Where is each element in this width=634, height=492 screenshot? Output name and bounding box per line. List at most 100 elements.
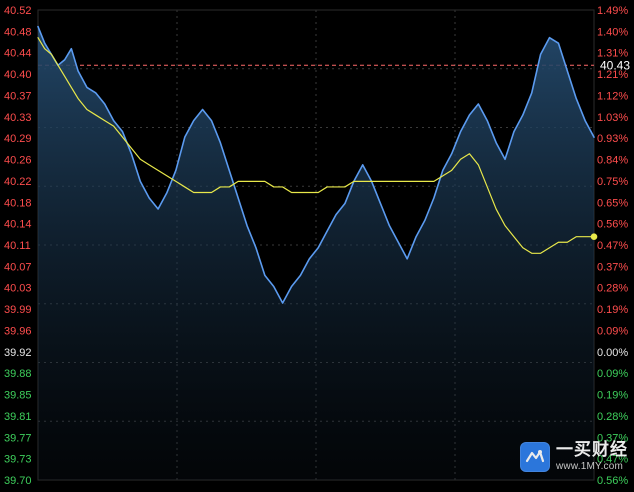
average-point [549,247,550,248]
average-point [513,236,514,237]
average-point [335,186,336,187]
price-point [309,258,310,259]
y-tick-left: 40.44 [4,48,32,60]
y-tick-left: 40.33 [4,112,32,124]
series-layer [37,25,598,481]
y-tick-left: 40.52 [4,5,32,17]
price-point [513,131,514,132]
average-point [424,181,425,182]
price-point [460,131,461,132]
price-point [282,302,283,303]
average-point [184,186,185,187]
average-point [442,175,443,176]
price-point [406,258,407,259]
average-point [478,164,479,165]
y-tick-right: 1.21% [597,69,628,81]
price-point [442,170,443,171]
average-point [273,186,274,187]
price-point [531,92,532,93]
average-point [371,181,372,182]
watermark-text: 一买财经 www.1MY.com [556,442,628,472]
y-tick-left: 39.70 [4,475,32,487]
y-tick-right: 0.56% [597,219,628,231]
price-point [567,70,568,71]
y-tick-right: 1.40% [597,26,628,38]
average-point [451,170,452,171]
watermark-url: www.1MY.com [556,461,624,472]
average-point [353,181,354,182]
average-point [318,192,319,193]
average-point [264,181,265,182]
y-tick-left: 39.88 [4,368,32,380]
y-tick-right: 0.37% [597,261,628,273]
average-point [237,181,238,182]
average-point [344,186,345,187]
y-tick-left: 40.26 [4,155,32,167]
price-point [149,197,150,198]
average-point [71,87,72,88]
y-tick-right: 0.56% [597,475,628,487]
y-tick-left: 40.37 [4,90,32,102]
price-point [593,136,594,137]
price-point [584,120,585,121]
price-point [220,142,221,143]
average-point [122,136,123,137]
y-tick-left: 40.03 [4,283,32,295]
average-point [398,181,399,182]
average-point [157,170,158,171]
price-point [433,197,434,198]
price-point [184,136,185,137]
average-point [504,225,505,226]
price-point [229,170,230,171]
y-tick-right: 0.65% [597,197,628,209]
average-point [95,114,96,115]
price-point [576,98,577,99]
y-tick-left: 39.99 [4,304,32,316]
average-point [380,181,381,182]
average-point [140,159,141,160]
average-point [149,164,150,165]
y-tick-left: 40.48 [4,26,32,38]
average-point [211,192,212,193]
watermark: 一买财经 www.1MY.com [520,442,628,472]
price-point [77,70,78,71]
price-point [540,54,541,55]
price-point [246,225,247,226]
price-point [131,153,132,154]
y-tick-left: 39.77 [4,432,32,444]
y-tick-left: 39.73 [4,454,32,466]
average-point [291,192,292,193]
price-point [504,159,505,160]
price-point [193,120,194,121]
average-point [406,181,407,182]
y-tick-right: 0.19% [597,390,628,402]
price-point [495,142,496,143]
price-point [398,242,399,243]
price-point [273,286,274,287]
y-tick-left: 40.14 [4,219,32,231]
y-tick-right: 0.93% [597,133,628,145]
average-point [362,181,363,182]
y-tick-right: 0.09% [597,368,628,380]
average-point [487,186,488,187]
y-tick-left: 40.18 [4,197,32,209]
average-point [495,208,496,209]
brand-logo [520,442,550,472]
average-point [469,153,470,154]
price-point [522,114,523,115]
price-point [113,120,114,121]
y-tick-right: 0.75% [597,176,628,188]
y-tick-right: 0.09% [597,325,628,337]
average-point [77,98,78,99]
average-point [220,186,221,187]
y-tick-left: 40.07 [4,261,32,273]
price-point [122,131,123,132]
average-point [522,247,523,248]
average-point [540,253,541,254]
price-point [140,181,141,182]
y-tick-right: 1.31% [597,48,628,60]
price-point [335,214,336,215]
price-point [211,120,212,121]
price-point [166,192,167,193]
price-point [264,275,265,276]
